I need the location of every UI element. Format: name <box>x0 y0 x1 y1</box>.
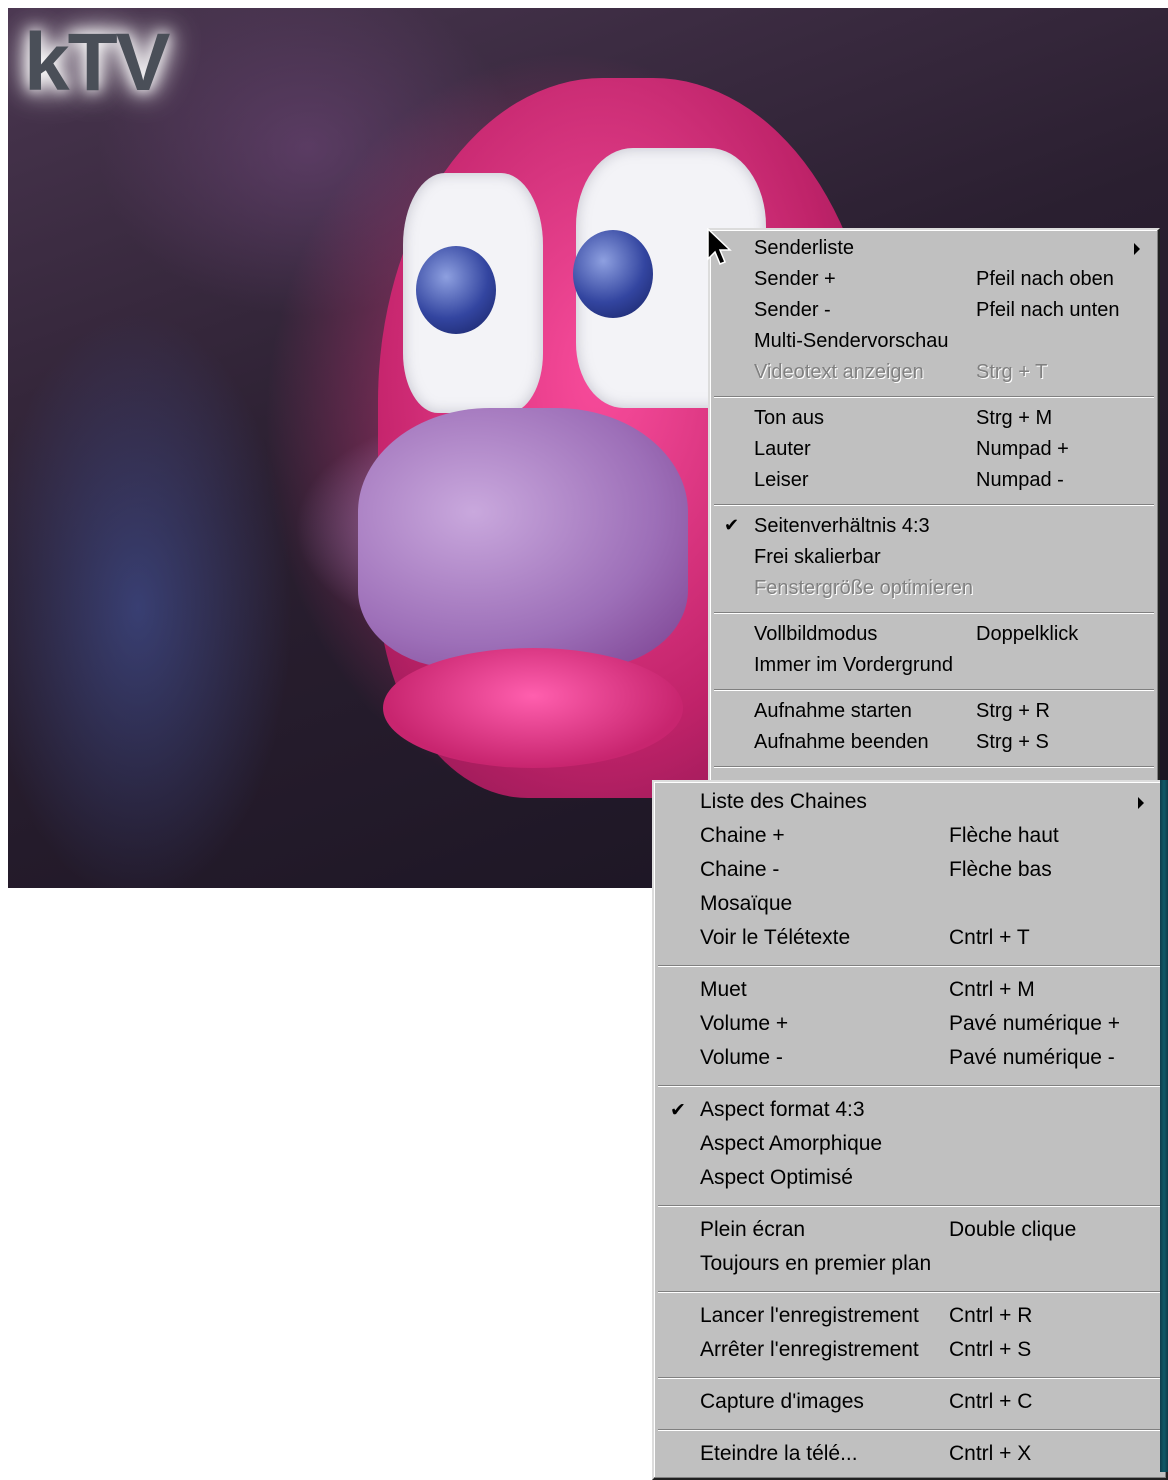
menu-separator <box>654 1368 1166 1386</box>
menu-separator <box>710 681 1158 696</box>
menu-fr-item-lancer-enregistrement[interactable]: Lancer l'enregistrement Cntrl + R <box>654 1300 1166 1334</box>
menu-de-item-senderliste[interactable]: Senderliste <box>710 233 1158 264</box>
arrow-cursor-icon <box>707 228 732 265</box>
menu-fr-item-capture-images[interactable]: Capture d'images Cntrl + C <box>654 1386 1166 1420</box>
menu-de-item-immer-im-vordergrund[interactable]: Immer im Vordergrund <box>710 650 1158 681</box>
menu-separator <box>710 388 1158 403</box>
menu-de-item-lauter[interactable]: Lauter Numpad + <box>710 434 1158 465</box>
ktv-logo: kTV <box>24 17 170 108</box>
menu-de-item-fenstergroesse: Fenstergröße optimieren <box>754 577 973 599</box>
menu-separator <box>654 1282 1166 1300</box>
submenu-arrow-icon <box>1134 243 1140 255</box>
context-menu-french: Liste des Chaines Chaine + Flèche haut C… <box>652 780 1168 1480</box>
checkmark-icon: ✔ <box>670 1100 686 1121</box>
menu-fr-item-volume-plus[interactable]: Volume + Pavé numérique + <box>654 1008 1166 1042</box>
menu-separator <box>710 496 1158 511</box>
figure-pupil-left <box>416 246 496 334</box>
menu-de-item-seitenverhaeltnis[interactable]: ✔ Seitenverhältnis 4:3 <box>710 511 1158 542</box>
menu-fr-item-premier-plan[interactable]: Toujours en premier plan <box>654 1248 1166 1282</box>
figure-lip <box>383 648 683 768</box>
menu-fr-item-liste-des-chaines[interactable]: Liste des Chaines <box>654 786 1166 820</box>
menu-de-item-leiser[interactable]: Leiser Numpad - <box>710 465 1158 496</box>
menu-de-item-sender-plus[interactable]: Sender + Pfeil nach oben <box>710 264 1158 295</box>
submenu-arrow-icon <box>1138 797 1144 809</box>
menu-fr-item-plein-ecran[interactable]: Plein écran Double clique <box>654 1214 1166 1248</box>
menu-fr-item-eteindre[interactable]: Eteindre la télé... Cntrl + X <box>654 1438 1166 1472</box>
menu-de-item-videotext: Videotext anzeigen Strg + T <box>754 361 1048 383</box>
window-edge <box>1160 780 1168 1472</box>
menu-separator <box>654 956 1166 974</box>
menu-fr-item-chaine-plus[interactable]: Chaine + Flèche haut <box>654 820 1166 854</box>
checkmark-icon: ✔ <box>724 515 740 535</box>
menu-de-item-sender-minus[interactable]: Sender - Pfeil nach unten <box>710 295 1158 326</box>
menu-separator <box>654 1420 1166 1438</box>
menu-fr-item-chaine-minus[interactable]: Chaine - Flèche bas <box>654 854 1166 888</box>
figure-pupil-right <box>573 230 653 318</box>
menu-fr-item-aspect-optimise[interactable]: Aspect Optimisé <box>654 1162 1166 1196</box>
menu-fr-item-muet[interactable]: Muet Cntrl + M <box>654 974 1166 1008</box>
menu-de-item-aufnahme-starten[interactable]: Aufnahme starten Strg + R <box>710 696 1158 727</box>
menu-fr-item-mosaique[interactable]: Mosaïque <box>654 888 1166 922</box>
menu-de-item-vollbildmodus[interactable]: Vollbildmodus Doppelklick <box>710 619 1158 650</box>
menu-fr-item-aspect-4-3[interactable]: ✔ Aspect format 4:3 <box>654 1094 1166 1128</box>
figure-snout <box>358 408 688 668</box>
menu-de-item-aufnahme-beenden[interactable]: Aufnahme beenden Strg + S <box>710 727 1158 758</box>
menu-separator <box>654 1076 1166 1094</box>
menu-de-item-ton-aus[interactable]: Ton aus Strg + M <box>710 403 1158 434</box>
menu-fr-item-teletexte[interactable]: Voir le Télétexte Cntrl + T <box>654 922 1166 956</box>
menu-separator <box>710 758 1158 773</box>
menu-fr-item-arreter-enregistrement[interactable]: Arrêter l'enregistrement Cntrl + S <box>654 1334 1166 1368</box>
menu-separator <box>710 604 1158 619</box>
menu-fr-item-aspect-amorphique[interactable]: Aspect Amorphique <box>654 1128 1166 1162</box>
menu-fr-item-volume-minus[interactable]: Volume - Pavé numérique - <box>654 1042 1166 1076</box>
menu-separator <box>654 1196 1166 1214</box>
menu-de-item-multi-sendervorschau[interactable]: Multi-Sendervorschau <box>710 326 1158 357</box>
context-menu-german: Senderliste Sender + Pfeil nach oben Sen… <box>708 228 1160 788</box>
menu-de-item-frei-skalierbar[interactable]: Frei skalierbar <box>710 542 1158 573</box>
